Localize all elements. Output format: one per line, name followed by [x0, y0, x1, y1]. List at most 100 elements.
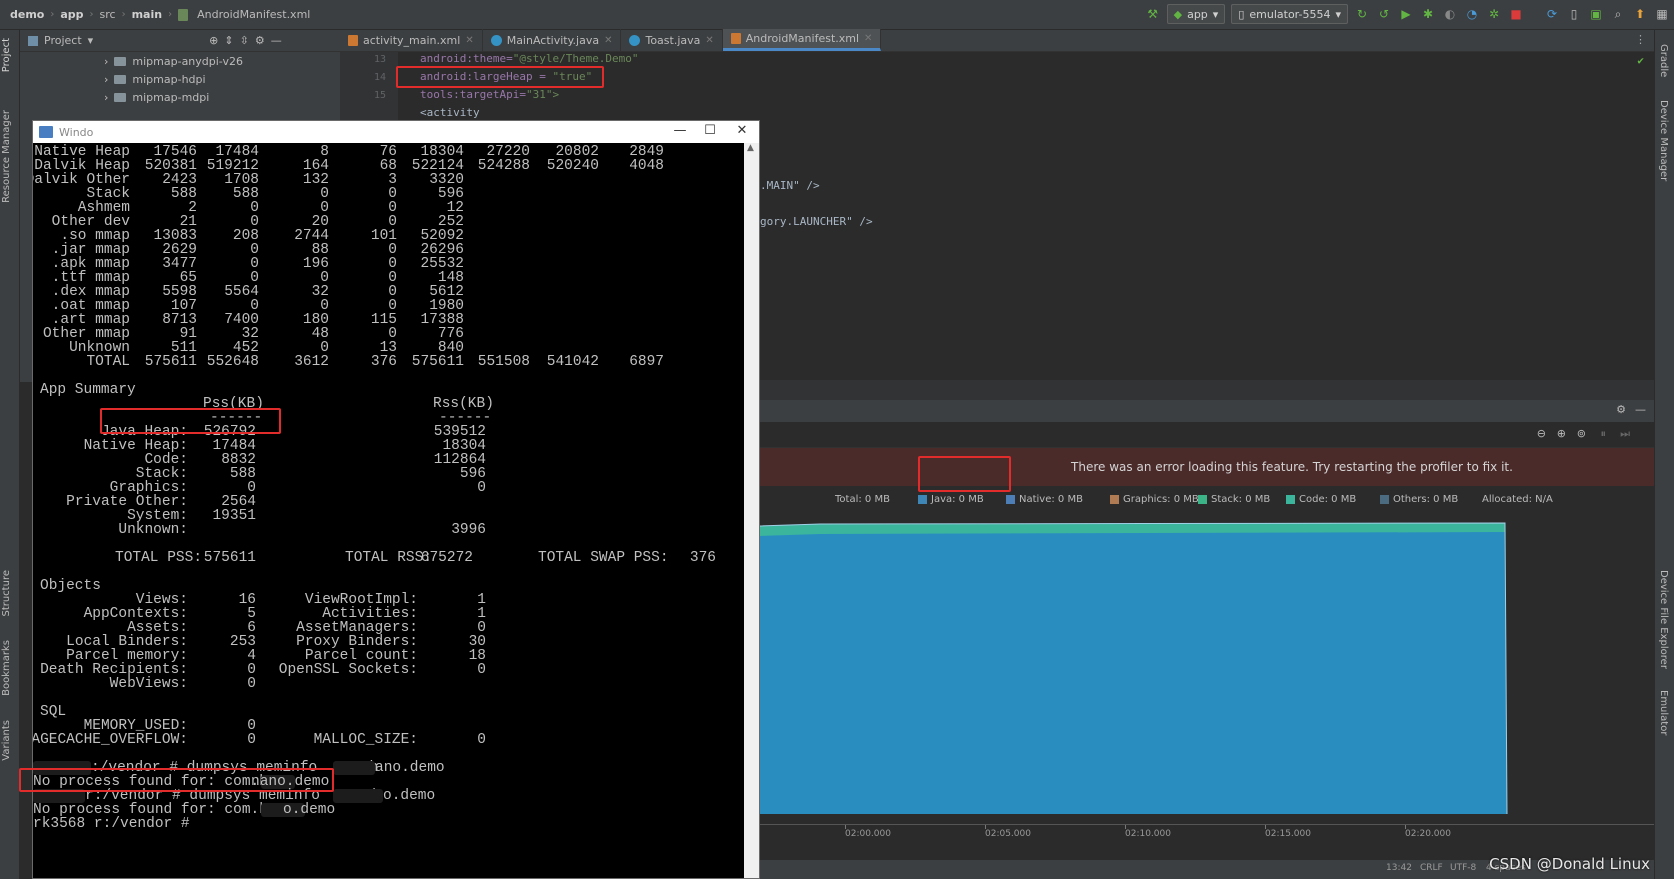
update-icon[interactable]: ⬆	[1632, 6, 1648, 22]
line-separator[interactable]: CRLF	[1420, 863, 1443, 873]
line-number: 15	[373, 90, 386, 101]
file-encoding[interactable]: UTF-8	[1450, 863, 1476, 873]
summary-label: Graphics:	[109, 480, 188, 496]
tree-item[interactable]: › mipmap-mdpi	[20, 88, 340, 106]
profile-icon[interactable]: ◔	[1464, 6, 1480, 22]
device-manager-icon[interactable]: ▯	[1566, 6, 1582, 22]
run-icon[interactable]: ▶	[1398, 6, 1414, 22]
code-fragment: gory.LAUNCHER" />	[760, 215, 873, 228]
sdk-manager-icon[interactable]: ▣	[1588, 6, 1604, 22]
scroll-up-icon[interactable]: ▲	[747, 143, 754, 153]
collapse-all-icon[interactable]: ⇳	[240, 34, 249, 47]
summary-rss: 596	[459, 466, 486, 482]
breadcrumb-item[interactable]: AndroidManifest.xml	[197, 8, 310, 21]
meminfo-value: 552648	[206, 354, 259, 370]
settings-icon[interactable]: ▦	[1654, 6, 1670, 22]
chevron-down-icon: ▾	[87, 34, 94, 47]
structure-tool-button[interactable]: Structure	[1, 570, 12, 617]
pause-icon[interactable]: ⏸	[1601, 427, 1607, 441]
gradle-tool-button[interactable]: Gradle	[1658, 44, 1669, 77]
meminfo-value: 0	[320, 200, 329, 216]
meminfo-value: 0	[250, 270, 259, 286]
project-tool-button[interactable]: Project	[1, 38, 12, 72]
gear-icon[interactable]: ⚙	[1616, 403, 1626, 416]
terminal-scrollbar[interactable]: ▲	[744, 143, 759, 878]
maximize-icon[interactable]: ☐	[695, 123, 725, 141]
tree-item[interactable]: › mipmap-hdpi	[20, 70, 340, 88]
run-config-dropdown[interactable]: ◆ app ▾	[1166, 4, 1226, 24]
close-icon[interactable]: ✕	[705, 35, 713, 46]
tab-main-activity[interactable]: MainActivity.java ✕	[483, 29, 622, 51]
breadcrumb-item[interactable]: main	[132, 8, 163, 21]
hammer-build-icon[interactable]: ⚒	[1145, 6, 1161, 22]
caret-position[interactable]: 13:42	[1386, 863, 1412, 873]
attach-debugger-icon[interactable]: ✲	[1486, 6, 1502, 22]
emulator-tool-button[interactable]: Emulator	[1658, 690, 1669, 735]
close-icon[interactable]: ✕	[465, 35, 473, 46]
axis-tick: 02:05.000	[985, 829, 1031, 839]
device-dropdown[interactable]: ▯ emulator-5554 ▾	[1231, 4, 1348, 24]
search-icon[interactable]: ⌕	[1610, 6, 1626, 22]
hide-icon[interactable]: —	[271, 34, 282, 47]
object-value: 4	[247, 648, 256, 664]
code-attr: android:theme=	[420, 52, 513, 65]
profiler-toolbar: ⊖ ⊕ ⊚ ⏸ ⏭	[760, 422, 1654, 448]
more-icon[interactable]: ⋮	[1635, 33, 1646, 46]
close-icon[interactable]: ✕	[864, 33, 872, 44]
close-icon[interactable]: ✕	[727, 123, 757, 141]
object-label: Local Binders:	[66, 634, 188, 650]
reset-zoom-icon[interactable]: ⊚	[1577, 427, 1586, 440]
legend-swatch	[918, 495, 927, 504]
tab-toast[interactable]: Toast.java ✕	[621, 29, 723, 51]
zoom-in-icon[interactable]: ⊕	[1557, 427, 1566, 440]
jump-to-live-icon[interactable]: ⏭	[1620, 427, 1630, 441]
legend-swatch	[1380, 495, 1389, 504]
manifest-file-icon	[730, 33, 741, 44]
device-manager-tool-button[interactable]: Device Manager	[1658, 100, 1669, 181]
zoom-out-icon[interactable]: ⊖	[1537, 427, 1546, 440]
shell-prompt: rk3568 r:/vendor #	[33, 816, 190, 832]
legend-allocated: Allocated: N/A	[1482, 494, 1553, 505]
meminfo-value: 20802	[555, 144, 599, 160]
resource-manager-tool-button[interactable]: Resource Manager	[1, 110, 12, 203]
tree-item[interactable]: › mipmap-anydpi-v26	[20, 52, 340, 70]
meminfo-value: 519212	[206, 158, 259, 174]
meminfo-value: 1980	[429, 298, 464, 314]
coverage-icon[interactable]: ◐	[1442, 6, 1458, 22]
code-line: tools:targetApi="31">	[420, 88, 559, 101]
meminfo-value: 13	[379, 340, 397, 356]
breadcrumb-item[interactable]: app	[60, 8, 83, 21]
expand-all-icon[interactable]: ⇕	[224, 34, 233, 47]
tab-android-manifest[interactable]: AndroidManifest.xml ✕	[722, 29, 882, 51]
summary-label: Private Other:	[66, 494, 188, 510]
stop-icon[interactable]: ■	[1508, 6, 1524, 22]
phone-icon: ▯	[1238, 7, 1245, 21]
breadcrumb-item[interactable]: src	[100, 8, 116, 21]
device-file-explorer-tool-button[interactable]: Device File Explorer	[1658, 570, 1669, 669]
object-label: ViewRootImpl:	[304, 592, 418, 608]
object-value: 18	[468, 648, 486, 664]
locate-icon[interactable]: ⊕	[209, 34, 218, 47]
project-view-dropdown[interactable]: Project	[44, 34, 82, 47]
summary-label: Native Heap:	[83, 438, 188, 454]
build-variants-tool-button[interactable]: Variants	[1, 720, 12, 761]
apply-code-changes-icon[interactable]: ↺	[1376, 6, 1392, 22]
tab-activity-main[interactable]: activity_main.xml ✕	[340, 29, 483, 51]
sync-gradle-icon[interactable]: ⟳	[1544, 6, 1560, 22]
debug-icon[interactable]: ✱	[1420, 6, 1436, 22]
bookmarks-tool-button[interactable]: Bookmarks	[1, 640, 12, 696]
minimize-icon[interactable]: —	[1635, 403, 1646, 416]
close-icon[interactable]: ✕	[604, 35, 612, 46]
gear-icon[interactable]: ⚙	[255, 34, 265, 47]
layout-file-icon	[348, 34, 358, 46]
legend-label: Total: 0 MB	[835, 494, 890, 505]
breadcrumb-item[interactable]: demo	[10, 8, 44, 21]
legend-stack: Stack: 0 MB	[1198, 494, 1270, 505]
meminfo-value: 3477	[162, 256, 197, 272]
minimize-icon[interactable]: —	[665, 123, 695, 141]
apply-changes-icon[interactable]: ↻	[1354, 6, 1370, 22]
terminal-window[interactable]: Windo — ☐ ✕ Native Heap 17546 17484 8 76 1830…	[32, 120, 760, 879]
sql-label: MEMORY_USED:	[83, 718, 188, 734]
meminfo-value: 2629	[162, 242, 197, 258]
object-value: 1	[477, 606, 486, 622]
